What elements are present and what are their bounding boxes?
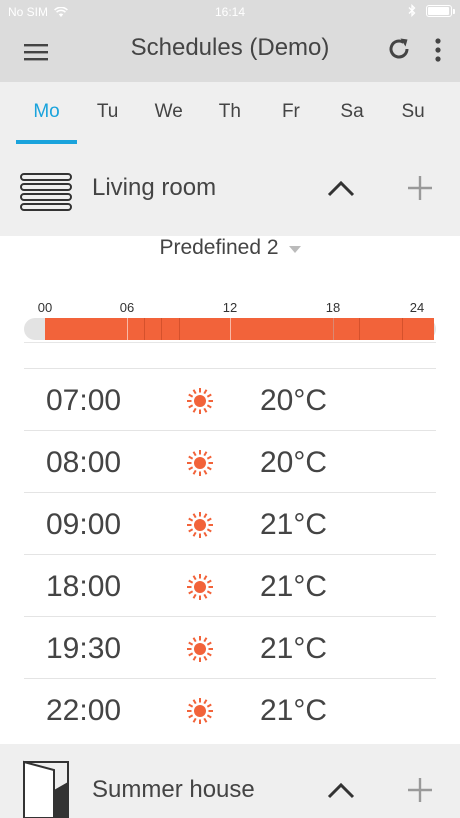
- sun-icon: [187, 388, 213, 414]
- status-right: [408, 4, 455, 17]
- program-dropdown[interactable]: Predefined 2: [159, 236, 301, 260]
- bluetooth-icon: [408, 4, 416, 17]
- sun-icon: [187, 698, 213, 724]
- schedule-entries: 07:00 20°C 08:00 20°C 09:00 21°C 18:00 21°C 19:3…: [24, 368, 436, 740]
- timeline-switch-marker: [358, 318, 360, 340]
- schedule-entry[interactable]: 19:30 21°C: [24, 616, 436, 678]
- schedule-entry[interactable]: 07:00 20°C: [24, 368, 436, 430]
- more-vert-icon[interactable]: [430, 36, 446, 64]
- entry-temperature: 21°C: [260, 694, 328, 727]
- door-icon: [23, 760, 69, 818]
- schedule-entry[interactable]: 09:00 21°C: [24, 492, 436, 554]
- entry-time: 07:00: [46, 384, 122, 417]
- battery-icon: [426, 4, 455, 17]
- timeline-ticks: 00 06 12 18 24: [24, 300, 436, 316]
- timeline-tick-label: 24: [409, 300, 425, 315]
- status-bar: No SIM 16:14: [0, 0, 460, 24]
- tab-sunday[interactable]: Su: [383, 82, 444, 144]
- timeline-gridline: [127, 318, 128, 340]
- group-name: Living room: [92, 174, 217, 201]
- entry-temperature: 21°C: [260, 570, 328, 603]
- group-header-living-room[interactable]: Living room: [0, 144, 460, 236]
- schedule-entry[interactable]: 18:00 21°C: [24, 554, 436, 616]
- tab-tuesday[interactable]: Tu: [77, 82, 138, 144]
- tab-monday[interactable]: Mo: [16, 82, 78, 144]
- chevron-up-icon[interactable]: [324, 172, 358, 206]
- timeline-switch-marker: [401, 318, 403, 340]
- timeline-track: [24, 318, 436, 340]
- refresh-icon[interactable]: [386, 36, 412, 62]
- group-header-summer-house[interactable]: Summer house: [0, 744, 460, 818]
- timeline-gridline: [230, 318, 231, 340]
- tab-thursday[interactable]: Th: [199, 82, 260, 144]
- timeline-divider: [24, 342, 436, 343]
- timeline-switch-marker: [333, 318, 334, 340]
- timeline-switch-marker: [178, 318, 180, 340]
- schedule-timeline[interactable]: 00 06 12 18 24: [24, 300, 436, 344]
- entry-time: 22:00: [46, 694, 122, 727]
- group-name: Summer house: [92, 776, 255, 803]
- timeline-switch-marker: [161, 318, 163, 340]
- schedule-entry[interactable]: 22:00 21°C: [24, 678, 436, 740]
- entry-time: 09:00: [46, 508, 122, 541]
- timeline-switch-marker: [144, 318, 146, 340]
- entry-time: 08:00: [46, 446, 122, 479]
- radiator-icon: [20, 173, 72, 211]
- day-tabs: Mo Tu We Th Fr Sa Su: [0, 82, 460, 144]
- chevron-up-icon[interactable]: [324, 774, 358, 808]
- entry-time: 19:30: [46, 632, 122, 665]
- sun-icon: [187, 574, 213, 600]
- tab-friday[interactable]: Fr: [260, 82, 321, 144]
- entry-temperature: 20°C: [260, 446, 328, 479]
- schedule-entry[interactable]: 08:00 20°C: [24, 430, 436, 492]
- tab-wednesday[interactable]: We: [138, 82, 199, 144]
- entry-temperature: 21°C: [260, 508, 328, 541]
- timeline-tick-label: 00: [37, 300, 53, 315]
- battery-fill: [428, 6, 449, 15]
- timeline-tick-label: 12: [222, 300, 238, 315]
- timeline-tick-label: 18: [325, 300, 341, 315]
- entry-temperature: 21°C: [260, 632, 328, 665]
- program-label: Predefined 2: [159, 236, 279, 259]
- timeline-active-range: [44, 318, 435, 340]
- entry-time: 18:00: [46, 570, 122, 603]
- sun-icon: [187, 636, 213, 662]
- sun-icon: [187, 512, 213, 538]
- tab-saturday[interactable]: Sa: [321, 82, 382, 144]
- add-icon[interactable]: [404, 172, 436, 204]
- timeline-tick-label: 06: [119, 300, 135, 315]
- caret-down-icon: [288, 246, 301, 253]
- program-selector: Predefined 2: [0, 236, 460, 270]
- add-icon[interactable]: [404, 774, 436, 806]
- sun-icon: [187, 450, 213, 476]
- entry-temperature: 20°C: [260, 384, 328, 417]
- app-bar: Schedules (Demo): [0, 24, 460, 82]
- clock: 16:14: [214, 5, 246, 19]
